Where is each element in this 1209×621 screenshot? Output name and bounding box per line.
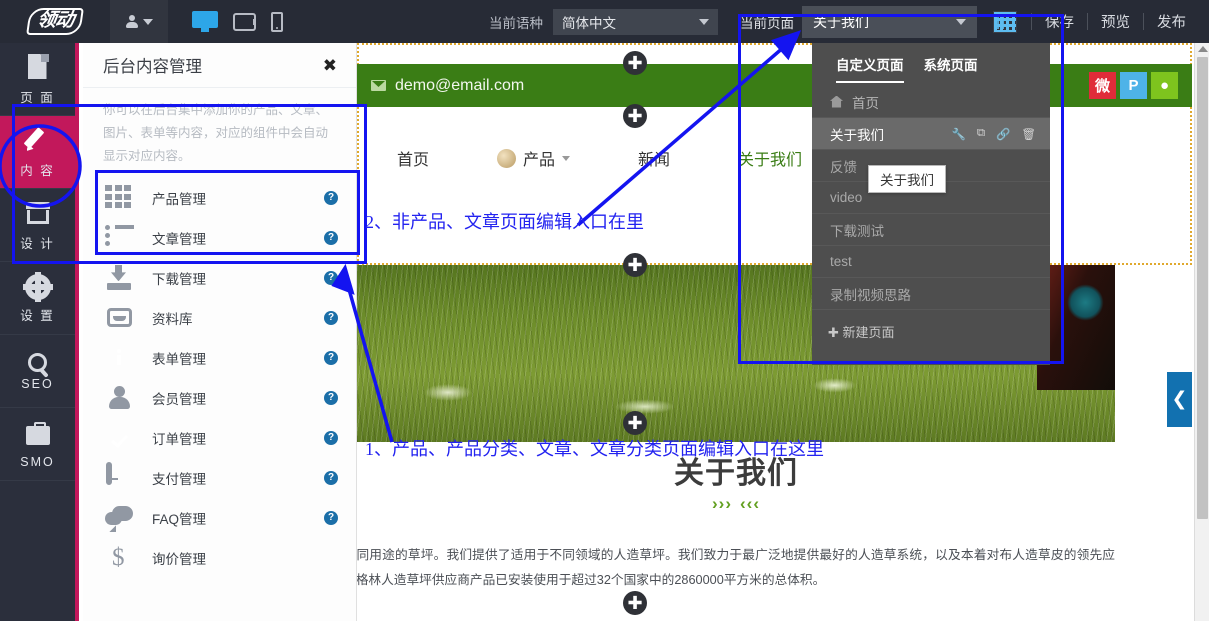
panel-header: 后台内容管理 ✖ [83, 43, 356, 88]
person-icon [105, 385, 135, 411]
menu-item-inquiry[interactable]: $ 询价管理 [83, 538, 356, 578]
help-icon[interactable]: ? [324, 391, 338, 405]
nav-label: 新闻 [638, 146, 670, 170]
menu-item-label: 下载管理 [152, 268, 307, 288]
menu-item-member[interactable]: 会员管理 ? [83, 378, 356, 418]
chevron-down-icon [143, 19, 153, 25]
help-icon[interactable]: ? [324, 271, 338, 285]
menu-item-label: 资料库 [152, 308, 307, 328]
product-thumb-icon [497, 149, 516, 168]
card-icon [105, 465, 135, 491]
help-icon[interactable]: ? [324, 431, 338, 445]
menu-item-label: 会员管理 [152, 388, 307, 408]
briefcase-icon [23, 420, 53, 450]
menu-item-download[interactable]: 下载管理 ? [83, 258, 356, 298]
search-icon [28, 353, 47, 372]
divider [1143, 13, 1144, 30]
chevron-decoration: ››› ‹‹‹ [712, 494, 760, 514]
menu-item-label: 表单管理 [152, 348, 307, 368]
scroll-up-arrow-icon[interactable] [1198, 46, 1208, 52]
check-icon [105, 425, 135, 451]
help-icon[interactable]: ? [324, 351, 338, 365]
sidebar-item-label: 设 置 [20, 305, 54, 324]
inbox-icon [105, 305, 135, 331]
menu-item-order[interactable]: 订单管理 ? [83, 418, 356, 458]
chat-icon [105, 505, 135, 531]
menu-item-form[interactable]: 表单管理 ? [83, 338, 356, 378]
logo[interactable]: 领动 [0, 0, 110, 43]
vertical-scrollbar[interactable] [1194, 43, 1209, 621]
divider [1087, 13, 1088, 30]
add-section-button[interactable]: ✚ [623, 411, 647, 435]
preview-button[interactable]: 预览 [1090, 0, 1141, 43]
publish-button[interactable]: 发布 [1146, 0, 1197, 43]
nav-label: 首页 [397, 146, 429, 170]
site-email: demo@email.com [395, 77, 524, 95]
language-switcher: 当前语种 简体中文 [489, 0, 718, 43]
help-icon[interactable]: ? [324, 471, 338, 485]
logo-text: 领动 [26, 8, 84, 35]
close-icon[interactable]: ✖ [323, 57, 337, 74]
menu-item-label: 支付管理 [152, 468, 307, 488]
user-icon [125, 15, 138, 28]
annotation-note-2: 2、非产品、文章页面编辑入口在里 [365, 208, 644, 234]
user-menu[interactable] [110, 0, 168, 43]
menu-item-label: FAQ管理 [152, 508, 307, 528]
weibo-icon[interactable]: 微 [1089, 72, 1116, 99]
page-title: 后台内容管理 [103, 53, 202, 77]
language-label: 当前语种 [489, 12, 543, 32]
language-select[interactable]: 简体中文 [553, 9, 718, 35]
chevron-down-icon [699, 19, 709, 25]
sidebar-item-seo[interactable]: SEO [0, 335, 75, 408]
scrollbar-thumb[interactable] [1197, 57, 1208, 519]
dollar-icon: $ [105, 545, 135, 571]
help-icon[interactable]: ? [324, 311, 338, 325]
sidebar-item-label: SMO [20, 455, 54, 469]
help-icon[interactable]: ? [324, 511, 338, 525]
mail-icon [371, 80, 386, 91]
chevron-left-icon: ‹‹‹ [740, 494, 760, 514]
collapse-panel-button[interactable]: ❮ [1167, 372, 1192, 427]
nav-label: 产品 [523, 146, 555, 170]
menu-item-label: 询价管理 [152, 548, 338, 568]
sidebar-item-settings[interactable]: 设 置 [0, 262, 75, 335]
add-section-button[interactable]: ✚ [623, 253, 647, 277]
download-icon [105, 265, 135, 291]
add-section-button[interactable]: ✚ [623, 104, 647, 128]
wechat-icon[interactable]: ● [1151, 72, 1178, 99]
mobile-icon[interactable] [271, 12, 283, 32]
add-section-button[interactable]: ✚ [623, 51, 647, 75]
menu-item-library[interactable]: 资料库 ? [83, 298, 356, 338]
about-body-text: 了各种不同用途的草坪。我们提供了适用于不同领域的人造草坪。我们致力于最广泛地提供… [357, 543, 1115, 594]
desktop-icon[interactable] [192, 11, 218, 32]
device-switcher [168, 11, 283, 32]
sidebar-item-label: SEO [21, 377, 53, 391]
nav-item-home[interactable]: 首页 [363, 146, 463, 170]
menu-item-faq[interactable]: FAQ管理 ? [83, 498, 356, 538]
chevron-right-icon: ››› [712, 494, 732, 514]
language-value: 简体中文 [562, 12, 616, 32]
gear-icon [25, 274, 51, 300]
baidu-icon[interactable]: P [1120, 72, 1147, 99]
tablet-icon[interactable] [233, 13, 256, 31]
annotation-box-menu-items [95, 170, 360, 255]
page-icon [23, 52, 53, 82]
menu-item-payment[interactable]: 支付管理 ? [83, 458, 356, 498]
annotation-box-page-dropdown [738, 14, 1064, 364]
sidebar-item-smo[interactable]: SMO [0, 408, 75, 481]
add-section-button[interactable]: ✚ [623, 591, 647, 615]
info-icon [105, 345, 135, 371]
nav-item-products[interactable]: 产品 [463, 146, 604, 170]
chevron-down-icon [562, 156, 570, 161]
annotation-note-1: 1、产品、产品分类、文章、文章分类页面编辑入口在这里 [365, 435, 824, 461]
social-links: 微 P ● [1089, 72, 1178, 99]
nav-item-news[interactable]: 新闻 [604, 146, 704, 170]
menu-item-label: 订单管理 [152, 428, 307, 448]
app-root: 领动 当前语种 简体中文 当前页面 关于我们 [0, 0, 1209, 621]
